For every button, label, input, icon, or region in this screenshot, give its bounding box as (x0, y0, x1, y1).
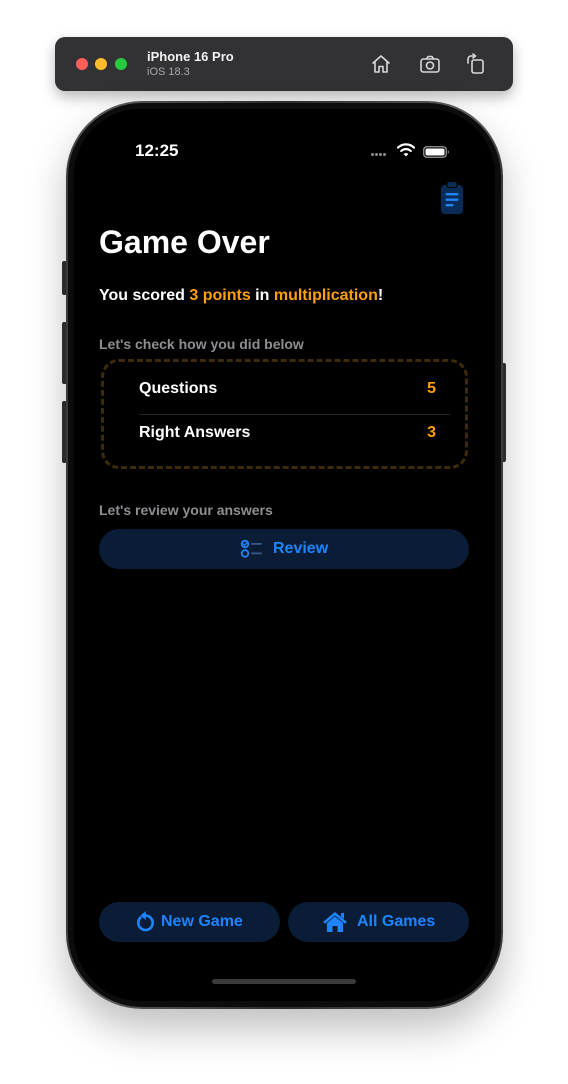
score-suffix: ! (377, 287, 384, 304)
score-summary: You scored 3 points in multiplication! (99, 287, 383, 305)
page-title: Game Over (99, 224, 270, 260)
all-games-label: All Games (357, 913, 436, 930)
phone-screen: 12:25 Game Over You scored 3 points in m… (74, 109, 495, 1001)
summary-caption: Let's check how you did below (99, 336, 304, 352)
review-caption: Let's review your answers (99, 502, 273, 518)
close-window-button[interactable] (76, 58, 88, 70)
device-name: iPhone 16 Pro (147, 49, 234, 64)
stat-value: 5 (427, 380, 436, 397)
review-button[interactable]: Review (99, 529, 469, 569)
zoom-window-button[interactable] (115, 58, 127, 70)
stat-row-right-answers: Right Answers 3 (139, 412, 436, 456)
house-icon (321, 910, 349, 939)
new-game-label: New Game (161, 913, 243, 930)
score-prefix: You scored (99, 287, 190, 304)
score-subject: multiplication (273, 287, 378, 304)
stats-card: Questions 5 Right Answers 3 (101, 359, 468, 469)
stat-label: Right Answers (139, 424, 251, 441)
new-game-button[interactable]: New Game (99, 902, 280, 942)
wifi-icon (396, 143, 416, 157)
minimize-window-button[interactable] (95, 58, 107, 70)
home-icon[interactable] (369, 52, 393, 76)
stat-label: Questions (139, 380, 218, 397)
os-version: iOS 18.3 (147, 66, 190, 78)
clipboard-icon[interactable] (438, 179, 466, 217)
rotate-icon[interactable] (464, 52, 488, 76)
screenshot-camera-icon[interactable] (418, 52, 442, 76)
checklist-icon (240, 538, 264, 565)
home-indicator[interactable] (212, 979, 356, 984)
restart-arrow-icon (133, 910, 155, 939)
status-time: 12:25 (135, 141, 179, 160)
stat-value: 3 (427, 424, 436, 441)
all-games-button[interactable]: All Games (288, 902, 469, 942)
battery-icon (423, 145, 450, 158)
score-points: 3 points (189, 287, 251, 304)
stat-row-questions: Questions 5 (139, 368, 436, 412)
review-button-label: Review (273, 540, 329, 557)
simulator-toolbar: iPhone 16 Pro iOS 18.3 (55, 37, 513, 91)
score-middle: in (250, 287, 274, 304)
signal-dots-icon (371, 153, 391, 157)
